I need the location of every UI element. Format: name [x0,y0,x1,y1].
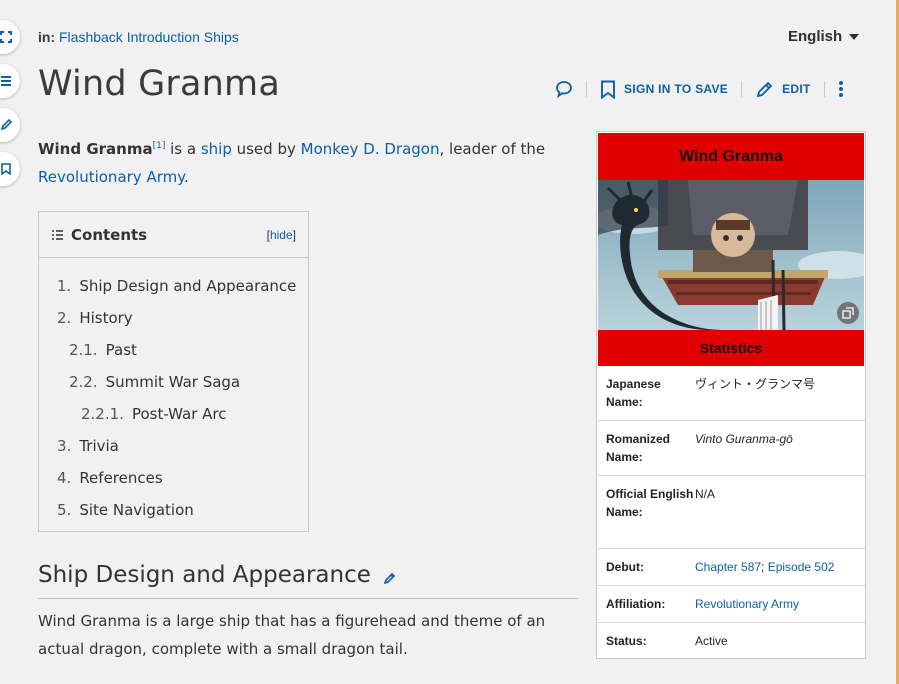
sign-in-to-save-button[interactable]: SIGN IN TO SAVE [600,80,728,99]
affiliation-link[interactable]: Revolutionary Army [695,597,799,611]
bookmark-icon [601,80,615,99]
infobox: Wind Granma Statistics Japanese Name: ヴィ… [596,131,866,659]
chevron-down-icon [849,33,860,40]
toc-item-number: 2.2.1. [81,405,124,423]
toc-item-label: Summit War Saga [105,373,241,391]
row-label: Romanized Name: [606,432,671,464]
edit-button[interactable]: EDIT [755,80,811,99]
page: in: Flashback Introduction Ships English… [0,0,896,684]
toc-header: Contents [hide] [39,212,308,258]
toc-item[interactable]: 1. Ship Design and Appearance [39,270,308,302]
infobox-row-status: Status: Active [597,623,865,659]
toc-item-label: Post-War Arc [131,405,227,423]
row-label: Japanese Name: [606,377,661,409]
infobox-row-japanese: Japanese Name: ヴィント・グランマ号 [597,366,865,421]
list-icon [52,229,63,240]
toc-menu-icon[interactable] [0,64,20,98]
divider [823,81,825,97]
row-label: Official English Name: [606,487,694,519]
pencil-icon[interactable] [0,108,20,142]
edit-label: EDIT [782,82,811,96]
ship-image[interactable] [598,180,864,330]
breadcrumb-prefix: in: [38,29,56,45]
row-value: Chapter 587; Episode 502 [695,558,857,576]
toc-list: 1. Ship Design and Appearance 2. History 2.1… [39,258,308,526]
chapter-link[interactable]: Chapter 587 [695,560,761,574]
toc-item-number: 1. [57,277,72,295]
row-label: Status: [606,634,647,648]
separator: ; [761,560,768,574]
article-subject: Wind Granma [38,140,153,158]
toc-item-label: Site Navigation [79,501,194,519]
monkey-d-dragon-link[interactable]: Monkey D. Dragon [301,140,440,158]
dragon-ship-illustration [598,180,864,330]
bookmark-icon[interactable] [0,152,20,186]
toc-item-number: 3. [57,437,72,455]
toc-item[interactable]: 2.2. Summit War Saga [39,366,308,398]
toc-item-number: 2. [57,309,72,327]
infobox-subheader: Statistics [598,330,864,366]
section-paragraph: Wind Granma is a large ship that has a f… [38,612,546,658]
toc-item-number: 4. [57,469,72,487]
infobox-row-affiliation: Affiliation: Revolutionary Army [597,586,865,623]
ship-link[interactable]: ship [201,140,232,158]
row-label: Affiliation: [606,597,666,611]
toc-title-label: Contents [71,225,148,244]
breadcrumb: in: Flashback Introduction Ships [38,29,239,45]
toc-item[interactable]: 2.1. Past [39,334,308,366]
toc-item[interactable]: 3. Trivia [39,430,308,462]
divider [586,81,587,97]
lead-text: , leader of the [439,140,546,158]
breadcrumb-category-link[interactable]: Flashback Introduction Ships [59,29,239,45]
row-value: N/A [695,487,716,501]
toc-item-number: 2.2. [69,373,98,391]
row-value: ヴィント・グランマ号 [695,377,816,391]
toc-item[interactable]: 4. References [39,462,308,494]
lead-text: is a [165,140,201,158]
table-of-contents: Contents [hide] 1. Ship Design and Appear… [38,211,309,532]
section-heading: Ship Design and Appearance [38,562,578,599]
section-heading-label: Ship Design and Appearance [38,562,371,588]
page-actions: SIGN IN TO SAVE EDIT [555,78,844,100]
row-label: Debut: [606,560,644,574]
infobox-row-official-name: Official English Name: N/A [597,476,865,549]
toc-item[interactable]: 5. Site Navigation [39,494,308,526]
row-value: Active [695,634,728,648]
infobox-row-debut: Debut: Chapter 587; Episode 502 [597,549,865,586]
lead-text: used by [231,140,301,158]
edit-section-icon[interactable] [383,571,397,585]
lead-text: . [183,168,189,186]
reference-link[interactable]: [1] [153,141,166,151]
toc-title: Contents [52,226,147,244]
sign-in-label: SIGN IN TO SAVE [624,82,729,96]
toc-item[interactable]: 2. History [39,302,308,334]
pencil-icon [756,81,773,97]
toc-hide-toggle: [hide] [267,228,296,242]
language-selector[interactable]: English [788,28,860,45]
page-title: Wind Granma [38,64,280,104]
toc-item-label: Past [105,341,137,359]
infobox-title: Wind Granma [598,133,864,180]
comment-icon[interactable] [555,80,573,98]
toc-item-label: Trivia [79,437,119,455]
episode-link[interactable]: Episode 502 [768,560,835,574]
toc-hide-link[interactable]: hide [270,228,293,242]
lead-paragraph: Wind Granma[1] is a ship used by Monkey … [38,132,578,191]
revolutionary-army-link[interactable]: Revolutionary Army [38,168,184,186]
divider [741,81,743,97]
expand-icon[interactable] [0,20,20,54]
toc-item[interactable]: 2.2.1. Post-War Arc [39,398,308,430]
language-label: English [788,28,843,45]
toc-item-label: Ship Design and Appearance [79,277,297,295]
more-options-icon[interactable] [838,80,844,98]
row-value: Vinto Guranma-gō [695,432,793,446]
toc-item-number: 2.1. [69,341,98,359]
bracket: ] [292,227,296,242]
infobox-row-romanized: Romanized Name: Vinto Guranma-gō [597,421,865,476]
toc-item-label: History [79,309,133,327]
toc-item-label: References [79,469,163,487]
toc-item-number: 5. [57,501,72,519]
